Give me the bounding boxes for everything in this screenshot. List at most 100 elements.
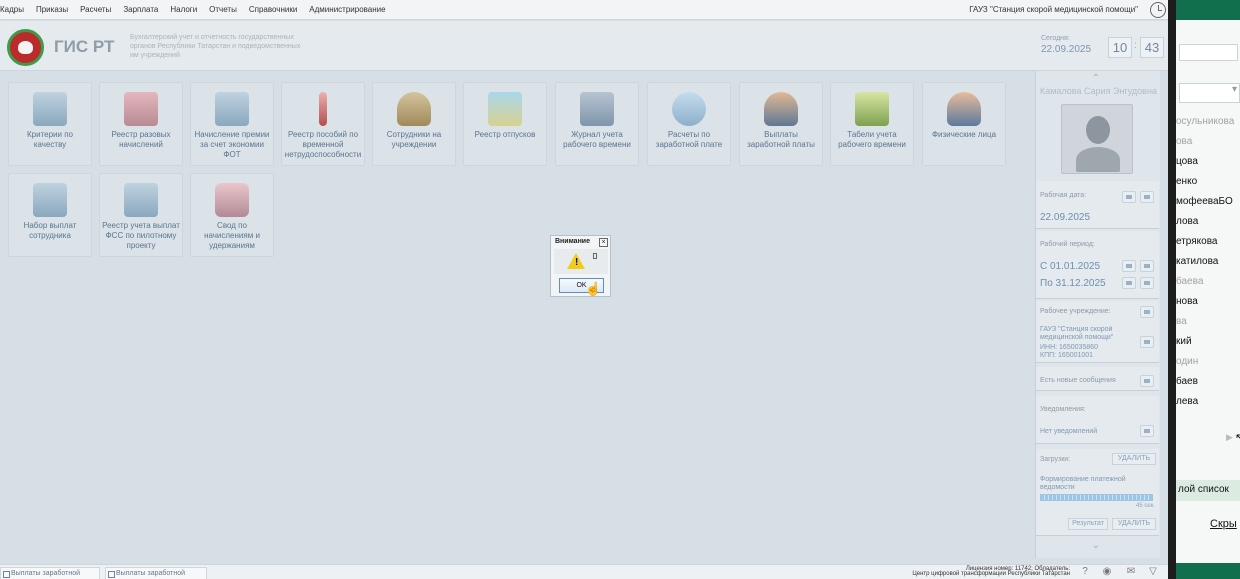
tile-label: Реестр отпусков [474,130,536,139]
name-item[interactable]: ва [1176,316,1187,327]
mail-icon[interactable]: ✉ [1124,566,1138,578]
menu-item-taxes[interactable]: Налоги [170,5,197,14]
building-icon [33,183,67,217]
taskbar-tab-payments-1[interactable]: Выплаты заработной платы [0,567,100,579]
tile-label: Выплаты заработной платы [747,130,815,149]
tile-quality-criteria[interactable]: Критерии по качеству [8,82,92,166]
taskbar: Выплаты заработной платы Выплаты заработ… [0,564,1176,579]
notifications-text: Нет уведомлений [1040,428,1098,435]
tile-label: Реестр разовых начислений [111,130,171,149]
period-from-edit-button[interactable] [1140,260,1154,272]
tile-bonus-accrual[interactable]: Начисление премии за счет экономии ФОТ [190,82,274,166]
camera-icon[interactable]: ◉ [1100,566,1114,578]
dropdown-triangle-icon[interactable]: ▽ [1146,566,1160,578]
result-button[interactable]: Результат [1068,518,1108,530]
dialog-title: Внимание [555,238,590,245]
period-from-calendar-button[interactable] [1122,260,1136,272]
tile-sick-benefits[interactable]: Реестр пособий по временной нетрудоспосо… [281,82,365,166]
right-info-panel: ⌃ Камалова Сария Энгудовна Рабочая дата:… [1035,71,1160,558]
clock-icon[interactable] [1150,2,1166,18]
help-icon[interactable]: ? [1078,566,1092,578]
tile-vacations[interactable]: Реестр отпусков [463,82,547,166]
people-icon [764,92,798,126]
palm-icon [488,92,522,126]
menu-item-salary[interactable]: Зарплата [123,5,158,14]
tile-salary-payments[interactable]: Выплаты заработной платы [739,82,823,166]
name-item[interactable]: осульникова [1176,116,1234,127]
building-icon [215,92,249,126]
delete-result-button[interactable]: УДАЛИТЬ [1112,518,1156,530]
delete-downloads-button[interactable]: УДАЛИТЬ [1112,453,1156,465]
name-item[interactable]: баева [1176,276,1203,287]
name-item[interactable]: мофееваБО [1176,196,1233,207]
tile-label: Сотрудники на учреждении [386,130,442,149]
name-item[interactable]: кий [1176,336,1192,347]
name-item[interactable]: етрякова [1176,236,1217,247]
warning-exclamation: ! [575,257,579,268]
downloads-label: Загрузки: [1040,456,1071,463]
close-icon[interactable]: × [599,238,608,247]
tile-fss-pilot-payments[interactable]: Реестр учета выплат ФСС по пилотному про… [99,173,183,257]
organization-name: ГАУЗ "Станция скорой медицинской помощи" [969,5,1138,14]
license-line-2: Центр цифровой трансформации Республики … [912,571,1070,577]
period-to-calendar-button[interactable] [1122,277,1136,289]
tile-work-time-journal[interactable]: Журнал учета рабочего времени [555,82,639,166]
scroll-up-icon[interactable]: ⌃ [1090,74,1102,84]
app-subtitle: Бухгалтерский учет и отчетность государс… [130,34,301,59]
clock-hours: 10 [1108,37,1132,58]
tile-employee-payments[interactable]: Набор выплат сотрудника [8,173,92,257]
name-item[interactable]: один [1176,356,1198,367]
tile-one-time-accruals[interactable]: Реестр разовых начислений [99,82,183,166]
name-item[interactable]: енко [1176,176,1197,187]
tile-salary-calculations[interactable]: Расчеты по заработной плате [647,82,731,166]
notifications-search-icon[interactable] [1140,425,1154,437]
app-header: ГИС РТ Бухгалтерский учет и отчетность г… [0,21,1176,71]
taskbar-tab-payments-2[interactable]: Выплаты заработной платы [105,567,207,579]
right-select[interactable]: ▾ [1179,83,1240,103]
period-to-edit-button[interactable] [1140,277,1154,289]
hide-link[interactable]: Скры [1210,518,1237,530]
tile-time-sheets[interactable]: Табели учета рабочего времени [830,82,914,166]
mouse-cursor-icon: ↖ [1235,432,1240,444]
institution-settings-button[interactable] [1140,336,1154,348]
name-item[interactable]: нова [1176,296,1198,307]
tile-label: Табели учета рабочего времени [838,130,906,149]
tile-individuals[interactable]: Физические лица [922,82,1006,166]
name-item[interactable]: лева [1176,396,1198,407]
menu-item-orders[interactable]: Приказы [36,5,68,14]
window-divider [1168,0,1176,579]
tile-label: Реестр пособий по временной нетрудоспосо… [284,130,362,159]
right-search-input[interactable] [1179,44,1238,61]
institution-list-button[interactable] [1140,306,1154,318]
menu-item-calculations[interactable]: Расчеты [80,5,111,14]
avatar [1061,104,1133,174]
download-name: Формирование платежной ведомости [1040,476,1126,491]
tile-label: Критерии по качеству [27,130,73,149]
name-item[interactable]: катилова [1176,256,1218,267]
menu-item-administration[interactable]: Администрирование [309,5,385,14]
menu-item-staff[interactable]: Кадры [0,5,24,14]
tile-label: Физические лица [931,130,997,139]
clock-separator: : [1134,40,1137,51]
person-icon [397,92,431,126]
face-icon [947,92,981,126]
tile-accruals-summary[interactable]: Свод по начислениям и удержаниям [190,173,274,257]
calendar-button[interactable] [1122,191,1136,203]
list-button[interactable]: лой список [1176,480,1240,501]
name-item[interactable]: цова [1176,156,1198,167]
calendar-icon [580,92,614,126]
menu-item-reports[interactable]: Отчеты [209,5,237,14]
expand-arrow-icon[interactable]: ▶ [1226,432,1233,443]
download-time: 45 сек. [1136,503,1155,509]
edit-date-button[interactable] [1140,191,1154,203]
name-item[interactable]: лова [1176,216,1198,227]
name-item[interactable]: баев [1176,376,1198,387]
institution-kpp: КПП: 165001001 [1040,352,1094,359]
tile-label: Свод по начислениям и удержаниям [204,221,260,250]
name-item[interactable]: ова [1176,136,1192,147]
scroll-down-icon[interactable]: ⌄ [1090,541,1102,551]
tile-employees[interactable]: Сотрудники на учреждении [372,82,456,166]
menu-item-directories[interactable]: Справочники [249,5,297,14]
tile-label: Реестр учета выплат ФСС по пилотному про… [102,221,180,250]
messages-icon[interactable] [1140,375,1154,387]
